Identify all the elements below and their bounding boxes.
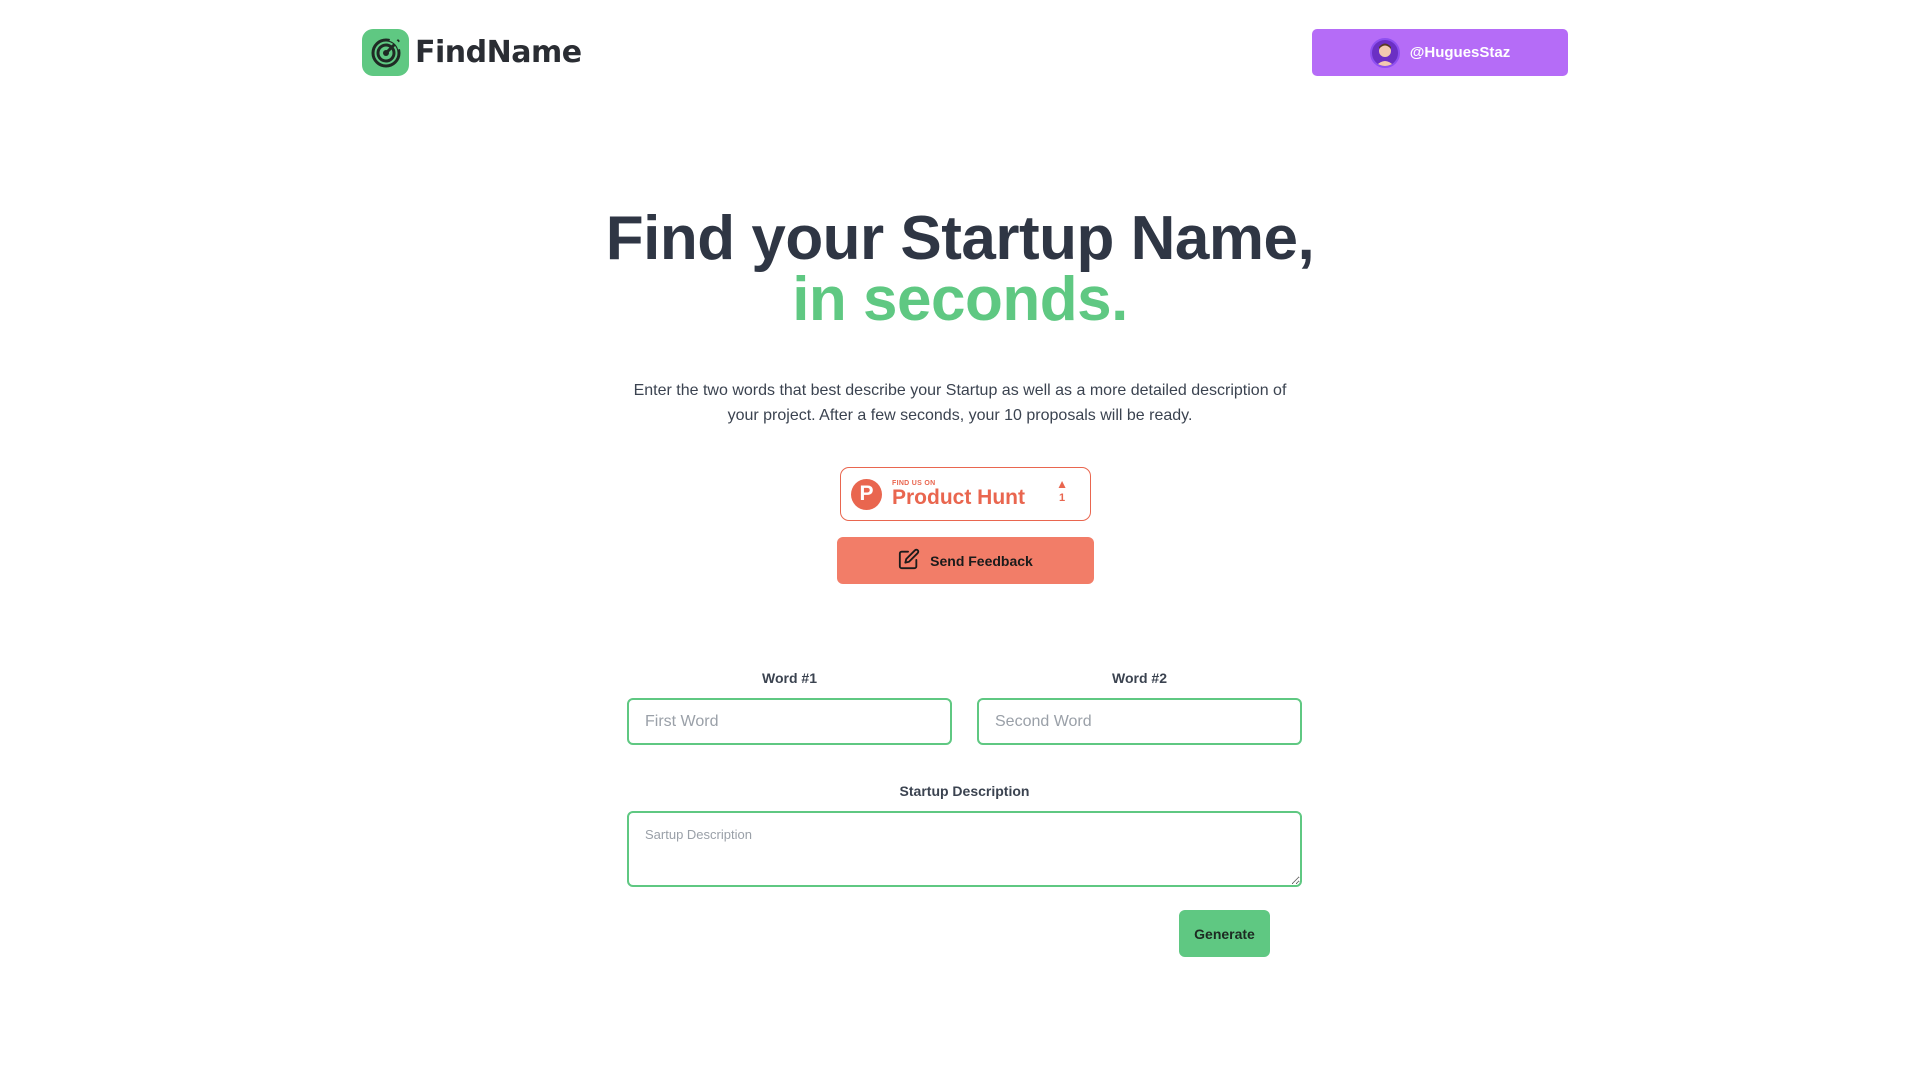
hero-subtitle: Enter the two words that best describe y… [633, 382, 1287, 424]
product-hunt-text: FIND US ON Product Hunt [892, 480, 1025, 509]
first-word-input[interactable] [627, 698, 952, 745]
word-1-label: Word #1 [762, 670, 817, 686]
word-2-label: Word #2 [1112, 670, 1167, 686]
send-feedback-label: Send Feedback [930, 552, 1033, 569]
product-hunt-logo-icon: P [851, 478, 882, 510]
product-hunt-name: Product Hunt [892, 485, 1025, 509]
twitter-profile-button[interactable]: @HuguesStaz [1312, 29, 1568, 76]
generate-button[interactable]: Generate [1179, 910, 1270, 957]
send-feedback-button[interactable]: Send Feedback [837, 537, 1094, 584]
hero: Find your Startup Name, in seconds. [0, 208, 1920, 334]
title-line-2: in seconds. [792, 265, 1128, 334]
brand-name: FindName [415, 35, 582, 70]
page: FindName @HuguesStaz Find your Startup N… [0, 0, 1920, 1080]
description-label: Startup Description [899, 783, 1030, 799]
product-hunt-badge[interactable]: P FIND US ON Product Hunt ▲ 1 [840, 467, 1091, 521]
twitter-handle: @HuguesStaz [1409, 44, 1511, 61]
avatar [1369, 37, 1400, 68]
brand-logo[interactable]: FindName [362, 29, 582, 76]
product-hunt-votes: ▲ 1 [1056, 478, 1068, 505]
upvote-triangle-icon: ▲ [1056, 477, 1068, 491]
title-line-1: Find your Startup Name, [605, 204, 1315, 273]
startup-description-input[interactable] [627, 811, 1302, 887]
radar-icon [362, 29, 409, 76]
second-word-input[interactable] [977, 698, 1302, 745]
page-title: Find your Startup Name, in seconds. [0, 208, 1920, 334]
vote-count: 1 [1058, 492, 1066, 504]
edit-icon [898, 548, 920, 573]
